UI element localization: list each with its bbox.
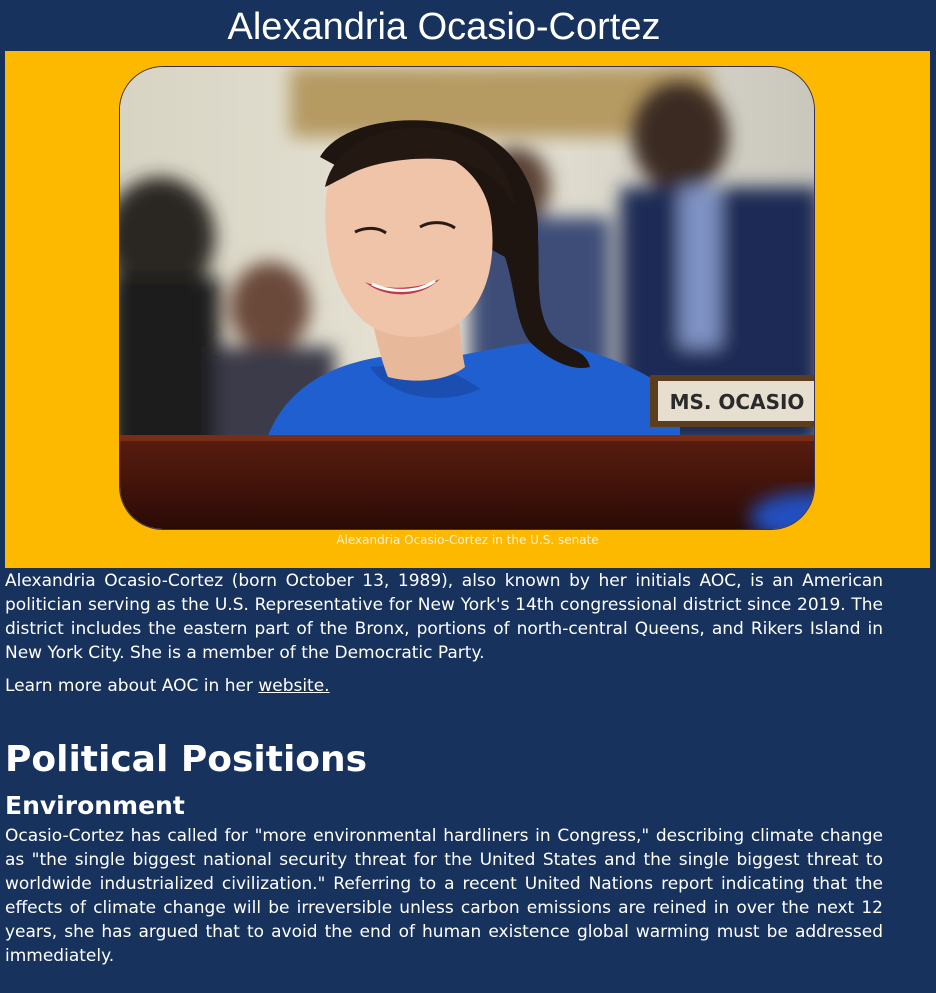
- portrait-photo: MS. OCASIO: [119, 66, 815, 530]
- learn-more-text: Learn more about AOC in her website.: [5, 674, 883, 698]
- figure-caption: Alexandria Ocasio-Cortez in the U.S. sen…: [336, 533, 599, 547]
- intro-paragraph: Alexandria Ocasio-Cortez (born October 1…: [5, 571, 883, 663]
- page-title: Alexandria Ocasio-Cortez: [227, 6, 661, 48]
- learn-more-prefix: Learn more about AOC in her: [5, 676, 259, 696]
- hero-figure: MS. OCASIO Alexandria Ocasio-Cortez in t…: [5, 51, 930, 568]
- environment-heading: Environment: [5, 791, 185, 820]
- environment-paragraph: Ocasio-Cortez has called for "more envir…: [5, 826, 883, 966]
- nameplate-text: MS. OCASIO: [670, 390, 805, 414]
- political-positions-heading: Political Positions: [5, 739, 368, 780]
- website-link[interactable]: website.: [258, 676, 329, 696]
